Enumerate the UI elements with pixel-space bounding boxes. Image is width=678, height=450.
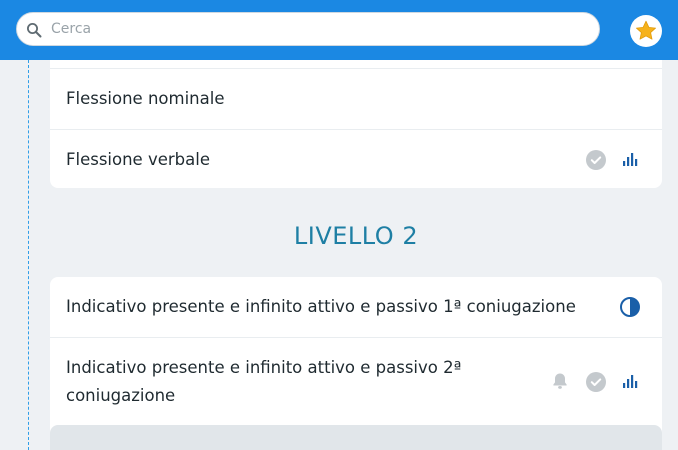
topic-label: Flessione nominale [66, 89, 225, 108]
check-circle-icon [586, 372, 606, 392]
list-item[interactable]: Indicativo presente e infinito attivo e … [50, 277, 662, 337]
top-bar [0, 0, 678, 60]
list-item[interactable] [50, 425, 662, 450]
list-item[interactable]: Flessione verbale [50, 129, 662, 188]
list-item[interactable]: Flessione nominale [50, 68, 662, 129]
bell-icon [553, 373, 567, 389]
star-icon [636, 20, 656, 40]
stats-icon[interactable] [622, 373, 638, 389]
topic-label: Indicativo presente e infinito attivo e … [66, 297, 576, 316]
topic-label: Flessione verbale [66, 150, 210, 169]
topic-label: Indicativo presente e infinito attivo e … [66, 358, 462, 405]
timeline-line [28, 60, 29, 450]
favorites-button[interactable] [630, 15, 662, 47]
search-icon [27, 23, 42, 38]
search-bar[interactable] [16, 12, 600, 46]
search-input[interactable] [51, 17, 581, 41]
stats-icon[interactable] [622, 151, 638, 167]
level-title: LIVELLO 2 [293, 222, 419, 250]
half-circle-icon [620, 297, 640, 317]
check-circle-icon [586, 150, 606, 170]
list-item[interactable]: Indicativo presente e infinito attivo e … [50, 337, 662, 425]
